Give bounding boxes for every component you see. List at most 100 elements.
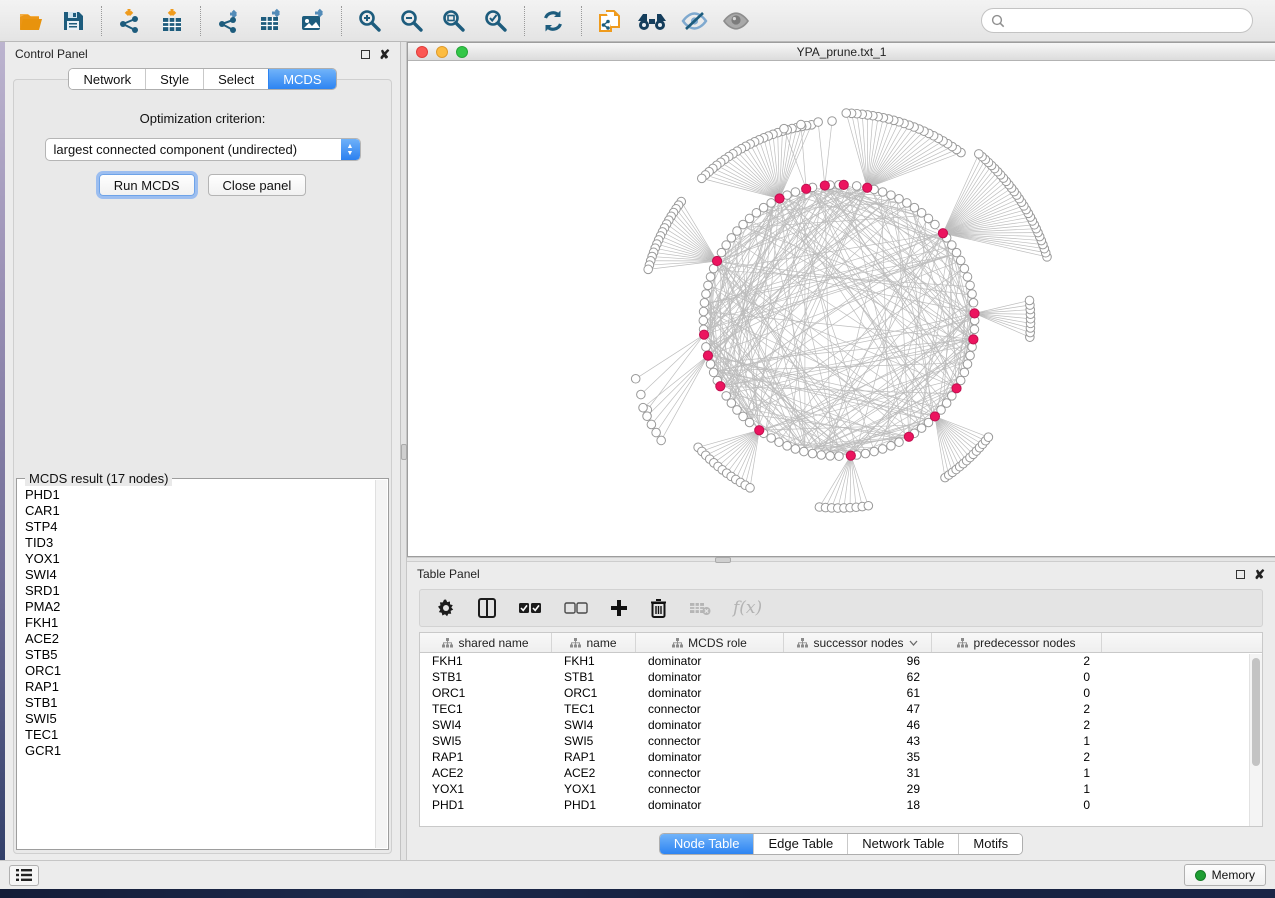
- mcds-result-item[interactable]: STB5: [25, 647, 374, 663]
- table-cell: SWI5: [552, 734, 636, 748]
- float-panel-icon[interactable]: [1236, 570, 1245, 579]
- export-image-icon[interactable]: [294, 4, 332, 38]
- close-panel-icon[interactable]: ✘: [1254, 570, 1265, 579]
- mcds-result-item[interactable]: FKH1: [25, 615, 374, 631]
- delete-column-icon[interactable]: [650, 598, 667, 618]
- first-neighbors-icon[interactable]: [633, 4, 671, 38]
- tab-mcds[interactable]: MCDS: [268, 69, 335, 89]
- import-network-icon[interactable]: [111, 4, 149, 38]
- mcds-result-list[interactable]: PHD1CAR1STP4TID3YOX1SWI4SRD1PMA2FKH1ACE2…: [25, 487, 374, 847]
- table-cell: dominator: [636, 718, 784, 732]
- zoom-selected-icon[interactable]: [477, 4, 515, 38]
- show-all-icon[interactable]: [717, 4, 755, 38]
- table-row[interactable]: RAP1RAP1dominator352: [420, 749, 1262, 765]
- float-panel-icon[interactable]: [361, 50, 370, 59]
- select-all-rows-icon[interactable]: [518, 602, 542, 614]
- mcds-result-item[interactable]: RAP1: [25, 679, 374, 695]
- network-canvas[interactable]: [408, 61, 1275, 556]
- table-row[interactable]: STB1STB1dominator620: [420, 669, 1262, 685]
- column-header-name[interactable]: name: [552, 633, 636, 652]
- table-cell: 1: [932, 734, 1102, 748]
- mcds-tab-content: Optimization criterion: largest connecte…: [13, 79, 392, 854]
- status-bar: Memory: [0, 860, 1275, 889]
- table-row[interactable]: ACE2ACE2connector311: [420, 765, 1262, 781]
- tab-edge-table[interactable]: Edge Table: [753, 834, 847, 854]
- mcds-result-item[interactable]: ORC1: [25, 663, 374, 679]
- zoom-in-icon[interactable]: [351, 4, 389, 38]
- table-row[interactable]: YOX1YOX1connector291: [420, 781, 1262, 797]
- mcds-result-item[interactable]: ACE2: [25, 631, 374, 647]
- zoom-out-icon[interactable]: [393, 4, 431, 38]
- tab-node-table[interactable]: Node Table: [660, 834, 754, 854]
- add-column-icon[interactable]: [610, 599, 628, 617]
- tab-style[interactable]: Style: [145, 69, 203, 89]
- mcds-result-item[interactable]: SRD1: [25, 583, 374, 599]
- mcds-result-item[interactable]: SWI5: [25, 711, 374, 727]
- deselect-all-rows-icon[interactable]: [564, 602, 588, 614]
- table-row[interactable]: SWI4SWI4dominator462: [420, 717, 1262, 733]
- table-scrollbar[interactable]: [1249, 654, 1262, 826]
- mcds-result-item[interactable]: SWI4: [25, 567, 374, 583]
- splitter-handle[interactable]: [401, 444, 407, 460]
- refresh-view-icon[interactable]: [534, 4, 572, 38]
- mcds-list-scrollbar[interactable]: [375, 480, 387, 848]
- criterion-dropdown[interactable]: largest connected component (undirected)…: [45, 138, 361, 161]
- table-row[interactable]: SWI5SWI5connector431: [420, 733, 1262, 749]
- mcds-result-item[interactable]: TEC1: [25, 727, 374, 743]
- tab-motifs[interactable]: Motifs: [958, 834, 1022, 854]
- mcds-result-item[interactable]: YOX1: [25, 551, 374, 567]
- column-header-shared-name[interactable]: shared name: [420, 633, 552, 652]
- table-settings-gear-icon[interactable]: [436, 598, 456, 618]
- import-table-icon[interactable]: [153, 4, 191, 38]
- zoom-fit-icon[interactable]: [435, 4, 473, 38]
- mcds-result-item[interactable]: PMA2: [25, 599, 374, 615]
- network-window-titlebar[interactable]: YPA_prune.txt_1: [408, 43, 1275, 61]
- mcds-result-item[interactable]: TID3: [25, 535, 374, 551]
- table-row[interactable]: TEC1TEC1connector472: [420, 701, 1262, 717]
- search-box[interactable]: [981, 8, 1253, 33]
- table-cell: STB1: [552, 670, 636, 684]
- mcds-result-item[interactable]: STP4: [25, 519, 374, 535]
- table-row[interactable]: ORC1ORC1dominator610: [420, 685, 1262, 701]
- table-cell: dominator: [636, 750, 784, 764]
- export-table-icon[interactable]: [252, 4, 290, 38]
- close-panel-button[interactable]: Close panel: [208, 174, 307, 196]
- tab-network[interactable]: Network: [69, 69, 145, 89]
- save-session-icon[interactable]: [54, 4, 92, 38]
- hide-selected-icon[interactable]: [675, 4, 713, 38]
- column-header-MCDS-role[interactable]: MCDS role: [636, 633, 784, 652]
- table-cell: 46: [784, 718, 932, 732]
- dropdown-stepper-icon: ▲▼: [341, 139, 360, 160]
- network-graph: [408, 61, 1275, 556]
- mcds-result-item[interactable]: CAR1: [25, 503, 374, 519]
- open-file-icon[interactable]: [12, 4, 50, 38]
- memory-button[interactable]: Memory: [1184, 864, 1266, 886]
- tab-network-table[interactable]: Network Table: [847, 834, 958, 854]
- split-panel-icon[interactable]: [478, 598, 496, 618]
- scrollbar-thumb[interactable]: [1252, 658, 1260, 766]
- horizontal-splitter[interactable]: [407, 557, 1275, 562]
- run-mcds-button[interactable]: Run MCDS: [99, 174, 195, 196]
- table-cell: 62: [784, 670, 932, 684]
- table-cell: ORC1: [552, 686, 636, 700]
- table-cell: RAP1: [420, 750, 552, 764]
- table-row[interactable]: PHD1PHD1dominator180: [420, 797, 1262, 813]
- mcds-result-item[interactable]: PHD1: [25, 487, 374, 503]
- tab-select[interactable]: Select: [203, 69, 268, 89]
- export-network-icon[interactable]: [210, 4, 248, 38]
- close-panel-icon[interactable]: ✘: [379, 50, 390, 59]
- table-cell: SWI4: [420, 718, 552, 732]
- mcds-result-item[interactable]: STB1: [25, 695, 374, 711]
- copy-network-icon[interactable]: [591, 4, 629, 38]
- splitter-handle[interactable]: [715, 557, 731, 563]
- node-table-header: shared namenameMCDS rolesuccessor nodesp…: [420, 633, 1262, 653]
- vertical-splitter[interactable]: [401, 42, 407, 860]
- column-header-predecessor-nodes[interactable]: predecessor nodes: [932, 633, 1102, 652]
- cytoscape-window: Control Panel ✘ NetworkStyleSelectMCDS O…: [0, 0, 1275, 898]
- search-input[interactable]: [1010, 14, 1243, 28]
- table-cell: PHD1: [420, 798, 552, 812]
- task-history-button[interactable]: [9, 865, 39, 886]
- column-header-successor-nodes[interactable]: successor nodes: [784, 633, 932, 652]
- table-row[interactable]: FKH1FKH1dominator962: [420, 653, 1262, 669]
- mcds-result-item[interactable]: GCR1: [25, 743, 374, 759]
